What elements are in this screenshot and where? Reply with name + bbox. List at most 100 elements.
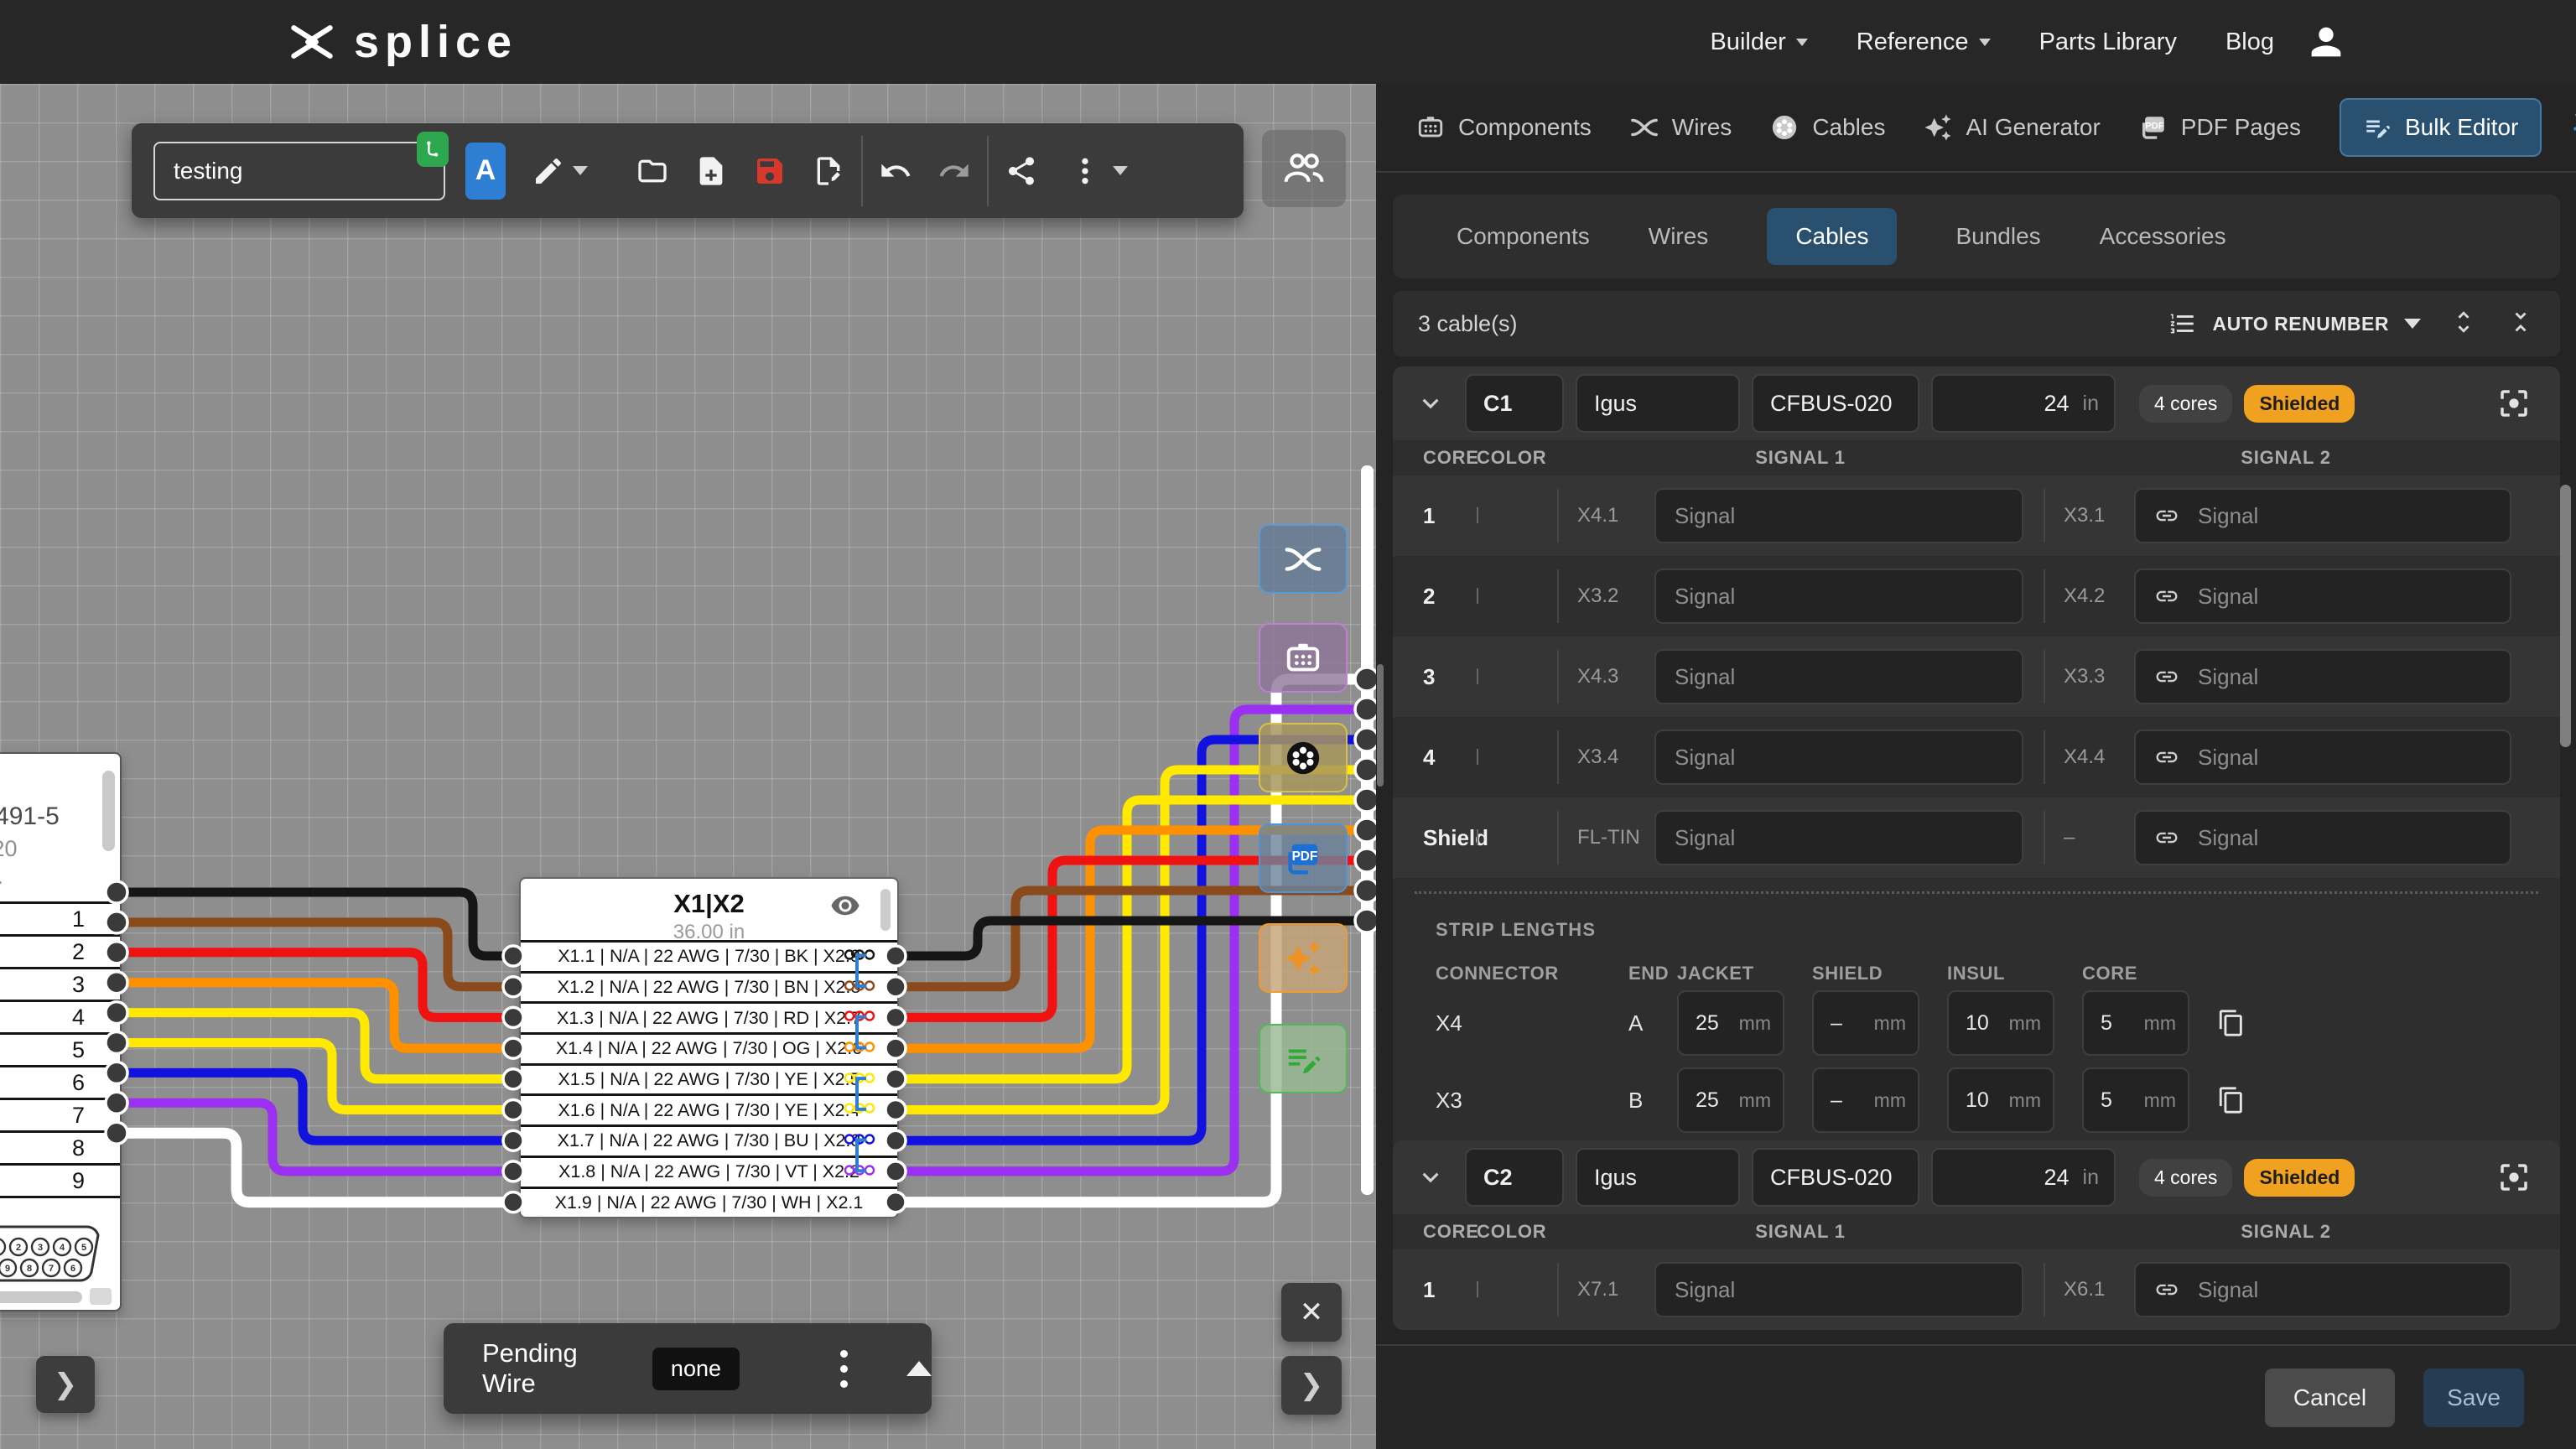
connector-pin-4[interactable]: 4 bbox=[0, 1000, 120, 1032]
subtab-bundles[interactable]: Bundles bbox=[1955, 223, 2040, 250]
pending-wire-menu-icon[interactable] bbox=[840, 1349, 848, 1388]
copy-strip-icon[interactable] bbox=[2217, 1086, 2293, 1114]
chevron-right-panel-button[interactable]: ❯ bbox=[1281, 1356, 1342, 1415]
nav-item-parts-library[interactable]: Parts Library bbox=[2039, 29, 2177, 56]
panel-tab-components[interactable]: Components bbox=[1416, 113, 1592, 142]
locate-cable-icon[interactable] bbox=[2496, 1160, 2532, 1195]
subtab-accessories[interactable]: Accessories bbox=[2100, 223, 2226, 250]
wire-row-3[interactable]: X1.3 | N/A | 22 AWG | 7/30 | RD | X2.7 bbox=[521, 1001, 897, 1032]
wire-row-4[interactable]: X1.4 | N/A | 22 AWG | 7/30 | OG | X2.6 bbox=[521, 1032, 897, 1063]
signal1-input[interactable] bbox=[1654, 488, 2023, 543]
copy-strip-icon[interactable] bbox=[2217, 1009, 2293, 1037]
collapse-cable-icon[interactable] bbox=[1415, 387, 1446, 419]
brand-logo[interactable]: splice bbox=[285, 0, 517, 84]
signal2-link-input[interactable]: Signal bbox=[2134, 488, 2511, 543]
wire-row-5[interactable]: X1.5 | N/A | 22 AWG | 7/30 | YE | X2.5 bbox=[521, 1062, 897, 1094]
locate-cable-icon[interactable] bbox=[2496, 386, 2532, 421]
nav-item-reference[interactable]: Reference bbox=[1857, 29, 1991, 56]
collaborators-button[interactable] bbox=[1262, 130, 1346, 207]
pending-wire-value[interactable]: none bbox=[652, 1347, 740, 1390]
project-name-input[interactable] bbox=[153, 141, 445, 200]
panel-scrollbar-thumb[interactable] bbox=[2560, 485, 2571, 747]
nav-item-builder[interactable]: Builder bbox=[1710, 29, 1808, 56]
expand-all-icon[interactable] bbox=[2449, 308, 2478, 340]
signal2-link-input[interactable]: Signal bbox=[2134, 730, 2511, 785]
pending-wire-collapse-icon[interactable] bbox=[906, 1361, 932, 1376]
collapse-cable-icon[interactable] bbox=[1415, 1161, 1446, 1193]
save-icon[interactable] bbox=[750, 152, 789, 190]
collapse-all-icon[interactable] bbox=[2506, 308, 2535, 340]
quick-button-bulk-editor[interactable] bbox=[1259, 1024, 1348, 1093]
cable-id-input[interactable] bbox=[1465, 374, 1564, 433]
core-color-swatch[interactable] bbox=[1477, 507, 1478, 523]
connector-hscrollbar[interactable] bbox=[0, 1291, 82, 1303]
wire-group-table[interactable]: X1|X2 36.00 in X1.1 | N/A | 22 AWG | 7/3… bbox=[519, 877, 899, 1219]
core-color-swatch[interactable] bbox=[1477, 588, 1478, 604]
shield-strip-input[interactable]: – mm bbox=[1812, 1067, 1919, 1133]
quick-button-pdf-pages[interactable]: PDF bbox=[1259, 823, 1348, 893]
cable-length-input[interactable]: 24 in bbox=[1931, 1148, 2116, 1207]
quick-button-ai-generator[interactable] bbox=[1259, 923, 1348, 993]
core-color-swatch[interactable] bbox=[1477, 749, 1478, 765]
pencil-tool-icon[interactable] bbox=[529, 152, 568, 190]
cable-mpn-input[interactable] bbox=[1752, 374, 1919, 433]
quick-button-cables[interactable] bbox=[1259, 723, 1348, 792]
wire-row-9[interactable]: X1.9 | N/A | 22 AWG | 7/30 | WH | X2.1 bbox=[521, 1186, 897, 1218]
signal1-input[interactable] bbox=[1654, 649, 2023, 704]
panel-tab-ai-generator[interactable]: AI Generator bbox=[1924, 113, 2101, 142]
panel-tab-wires[interactable]: Wires bbox=[1630, 113, 1732, 142]
connector-scrollbar[interactable] bbox=[102, 771, 115, 851]
connector-pin-5[interactable]: 5 bbox=[0, 1032, 120, 1065]
eye-icon[interactable] bbox=[830, 891, 860, 925]
cable-mpn-input[interactable] bbox=[1752, 1148, 1919, 1207]
wire-table-scrollbar[interactable] bbox=[880, 889, 891, 931]
insul-strip-input[interactable]: 10 mm bbox=[1947, 990, 2054, 1056]
cable-length-input[interactable]: 24 in bbox=[1931, 374, 2116, 433]
insul-strip-input[interactable]: 10 mm bbox=[1947, 1067, 2054, 1133]
core-strip-input[interactable]: 5 mm bbox=[2082, 990, 2189, 1056]
cable-manufacturer-input[interactable] bbox=[1576, 374, 1740, 433]
shield-strip-input[interactable]: – mm bbox=[1812, 990, 1919, 1056]
wire-row-6[interactable]: X1.6 | N/A | 22 AWG | 7/30 | YE | X2.4 bbox=[521, 1093, 897, 1124]
signal1-input[interactable] bbox=[1654, 730, 2023, 785]
design-canvas[interactable] bbox=[0, 84, 1376, 1449]
core-color-swatch[interactable] bbox=[1477, 668, 1478, 684]
signal1-input[interactable] bbox=[1654, 569, 2023, 624]
core-color-swatch[interactable] bbox=[1477, 1281, 1478, 1297]
annotation-button[interactable]: A bbox=[465, 142, 506, 200]
connector-pin-3[interactable]: 3 bbox=[0, 967, 120, 1000]
subtab-cables[interactable]: Cables bbox=[1767, 208, 1898, 265]
panel-tab-bulk-editor[interactable]: Bulk Editor bbox=[2339, 98, 2542, 157]
cable-id-input[interactable] bbox=[1465, 1148, 1564, 1207]
undo-icon[interactable] bbox=[876, 152, 915, 190]
toolbar-more-caret[interactable] bbox=[1113, 166, 1128, 175]
connector-pin-2[interactable]: 2 bbox=[0, 934, 120, 967]
share-icon[interactable] bbox=[1002, 152, 1041, 190]
connector-pin-6[interactable]: 6 bbox=[0, 1065, 120, 1098]
quick-button-wires[interactable] bbox=[1259, 524, 1348, 594]
signal2-link-input[interactable]: Signal bbox=[2134, 569, 2511, 624]
user-account-icon[interactable] bbox=[2304, 20, 2348, 68]
nav-item-blog[interactable]: Blog bbox=[2225, 29, 2274, 56]
wire-row-7[interactable]: X1.7 | N/A | 22 AWG | 7/30 | BU | X2.3 bbox=[521, 1124, 897, 1156]
pencil-dropdown-caret[interactable] bbox=[573, 166, 588, 175]
cable-manufacturer-input[interactable] bbox=[1576, 1148, 1740, 1207]
connector-pin-8[interactable]: 8 bbox=[0, 1130, 120, 1163]
connector-card[interactable]: 745491-5 DE-20 recp. 123456789 123459876… bbox=[0, 752, 122, 1311]
subtab-components[interactable]: Components bbox=[1457, 223, 1590, 250]
chevron-left-sidebar-button[interactable]: ❯ bbox=[36, 1356, 95, 1413]
panel-tab-cables[interactable]: Cables bbox=[1770, 113, 1885, 142]
connector-corner-button[interactable] bbox=[90, 1288, 112, 1305]
signal1-input[interactable] bbox=[1654, 1262, 2023, 1317]
jacket-strip-input[interactable]: 25 mm bbox=[1677, 990, 1784, 1056]
core-color-swatch[interactable] bbox=[1477, 829, 1478, 845]
wire-row-2[interactable]: X1.2 | N/A | 22 AWG | 7/30 | BN | X2.8 bbox=[521, 970, 897, 1002]
subtab-wires[interactable]: Wires bbox=[1649, 223, 1709, 250]
new-file-icon[interactable] bbox=[692, 152, 730, 190]
version-branch-badge[interactable] bbox=[417, 131, 449, 167]
redo-icon[interactable] bbox=[935, 152, 974, 190]
panel-tab-pdf-pages[interactable]: PDF PDF Pages bbox=[2139, 113, 2301, 142]
core-strip-input[interactable]: 5 mm bbox=[2082, 1067, 2189, 1133]
save-as-icon[interactable] bbox=[809, 152, 848, 190]
connector-pin-9[interactable]: 9 bbox=[0, 1163, 120, 1196]
